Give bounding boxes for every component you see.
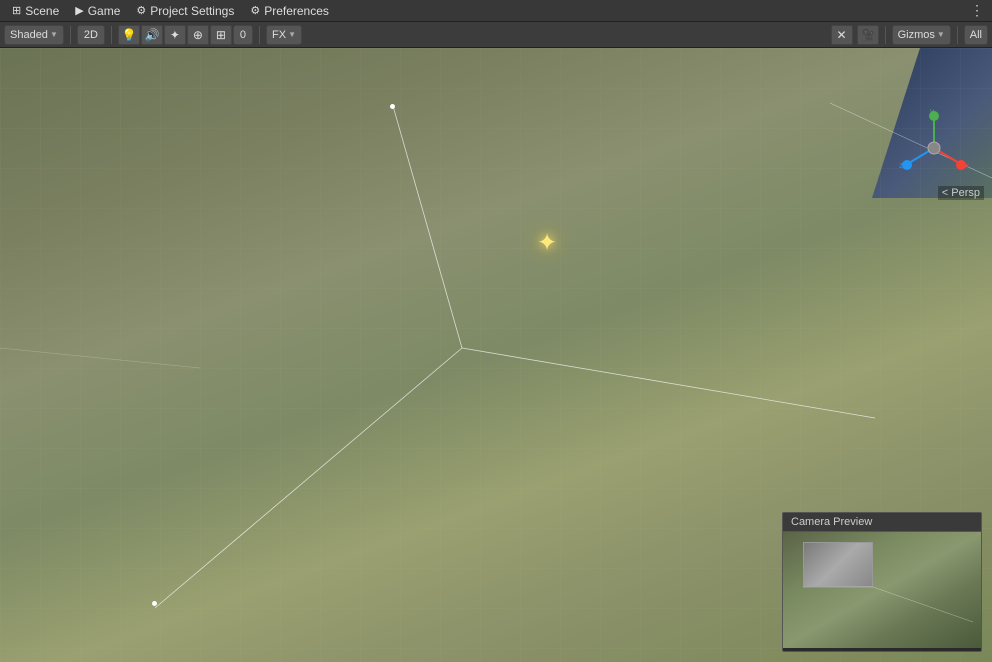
toolbar-icon-group: 💡 🔊 ✦ ⊕ ⊞ 0 [118,25,253,45]
sun-light-icon: ✦ [537,229,557,258]
menu-game-label: Game [88,4,121,18]
camera-preview-content [783,532,981,648]
scene-icon: ⊞ [12,4,21,17]
project-settings-icon: ⚙ [136,4,146,17]
2d-button[interactable]: 2D [77,25,105,45]
fx-label: FX [272,29,286,41]
gizmos-label: Gizmos [898,29,935,41]
toolbar-separator-3 [259,26,260,44]
menu-preferences[interactable]: ⚙ Preferences [242,2,337,20]
orientation-gizmo[interactable]: y x z [894,108,974,188]
shading-dropdown[interactable]: Shaded ▼ [4,25,64,45]
toolbar-separator-5 [957,26,958,44]
fx-arrow: ▼ [288,30,296,39]
perspective-label: < Persp [938,186,984,200]
top-menu-bar: ⊞ Scene ▶ Game ⚙ Project Settings ⚙ Pref… [0,0,992,22]
num-label: 0 [240,29,246,41]
gizmos-arrow: ▼ [937,30,945,39]
scene-viewport[interactable]: ✦ y x z < Persp Camera Preview [0,48,992,662]
camera-preview-icon-btn[interactable]: 🎥 [857,25,879,45]
game-icon: ▶ [75,4,83,17]
scene-marker-2 [152,601,157,606]
close-icon-btn[interactable]: ✕ [831,25,853,45]
menu-scene-label: Scene [25,4,59,18]
fx-toggle-button[interactable]: ✦ [164,25,186,45]
audio-toggle-button[interactable]: 🔊 [141,25,163,45]
all-label: All [970,29,982,41]
toolbar-separator-2 [111,26,112,44]
svg-text:y: y [930,108,934,116]
fx-button[interactable]: FX ▼ [266,25,302,45]
menu-preferences-label: Preferences [264,4,329,18]
menu-scene[interactable]: ⊞ Scene [4,2,67,20]
2d-label: 2D [84,29,98,41]
camera-preview-panel: Camera Preview [782,512,982,652]
all-dropdown[interactable]: All [964,25,988,45]
toolbar: Shaded ▼ 2D 💡 🔊 ✦ ⊕ ⊞ 0 FX ▼ ✕ 🎥 Gizmos … [0,22,992,48]
shading-label: Shaded [10,29,48,41]
camera-preview-title: Camera Preview [783,513,981,532]
gizmos-dropdown[interactable]: Gizmos ▼ [892,25,951,45]
preferences-icon: ⚙ [250,4,260,17]
more-menu-button[interactable]: ⋮ [966,0,988,21]
toolbar-separator-1 [70,26,71,44]
camera-preview-viewport [783,532,981,648]
shading-arrow: ▼ [50,30,58,39]
svg-text:x: x [965,161,969,170]
scene-marker-1 [390,104,395,109]
toolbar-separator-4 [885,26,886,44]
svg-text:z: z [899,161,903,170]
fx-dropdown-button[interactable]: 0 [233,25,253,45]
menu-project-settings[interactable]: ⚙ Project Settings [128,2,242,20]
lighting-toggle-button[interactable]: 💡 [118,25,140,45]
gizmo-toggle-button[interactable]: ⊞ [210,25,232,45]
menu-project-settings-label: Project Settings [150,4,234,18]
menu-game[interactable]: ▶ Game [67,2,128,20]
scene-overlay-button[interactable]: ⊕ [187,25,209,45]
